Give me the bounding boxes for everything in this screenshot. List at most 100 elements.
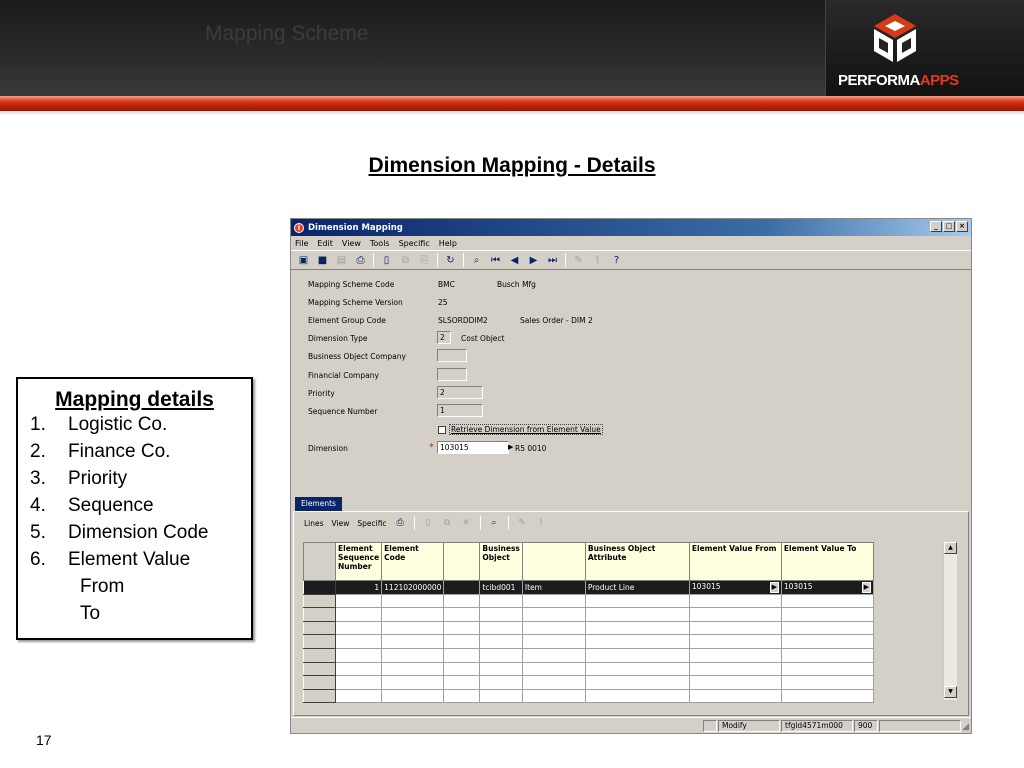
- first-record-icon[interactable]: ⏮: [489, 254, 502, 267]
- grid-cell[interactable]: [780, 647, 874, 663]
- last-record-icon[interactable]: ⏭: [546, 254, 559, 267]
- find-icon[interactable]: ⌕: [470, 254, 483, 267]
- grid-cell[interactable]: [688, 688, 782, 704]
- paste-icon[interactable]: ⎘: [418, 254, 431, 267]
- grid-cell[interactable]: [479, 675, 523, 690]
- row-selector[interactable]: [303, 688, 336, 704]
- grid-cell[interactable]: [780, 688, 874, 704]
- print-setup-icon[interactable]: ▤: [335, 254, 348, 267]
- scroll-down-icon[interactable]: ▼: [944, 686, 957, 698]
- grid-cell[interactable]: [521, 661, 586, 677]
- grid-cell[interactable]: [443, 688, 481, 704]
- grid-cell[interactable]: [780, 620, 874, 636]
- grid-cell[interactable]: [521, 634, 586, 649]
- grid-cell[interactable]: [443, 607, 481, 622]
- table-row[interactable]: [303, 593, 874, 609]
- zoom-arrow-icon[interactable]: ▶: [769, 581, 779, 593]
- menu-file[interactable]: File: [295, 239, 308, 248]
- save-and-exit-icon[interactable]: ▣: [297, 254, 310, 267]
- grid-cell[interactable]: [381, 607, 445, 622]
- column-element-sequence-number[interactable]: Element Sequence Number: [334, 542, 383, 581]
- retrieve-dimension-label[interactable]: Retrieve Dimension from Element Value: [449, 424, 603, 435]
- menu-specific-lines[interactable]: Specific: [357, 519, 386, 528]
- grid-cell[interactable]: [381, 593, 445, 609]
- cell-blank[interactable]: [443, 580, 481, 595]
- tab-elements[interactable]: Elements: [295, 497, 342, 511]
- grid-cell[interactable]: [688, 675, 782, 690]
- cell-value-from[interactable]: 103015 ▶: [688, 580, 782, 595]
- table-row[interactable]: [303, 607, 874, 622]
- grid-cell[interactable]: [780, 607, 874, 622]
- financial-company-field[interactable]: [437, 368, 467, 381]
- table-row[interactable]: [303, 675, 874, 690]
- column-business-object-desc[interactable]: [521, 542, 586, 581]
- table-row[interactable]: [303, 647, 874, 663]
- table-row[interactable]: [303, 688, 874, 704]
- row-selector[interactable]: [303, 647, 336, 663]
- grid-cell[interactable]: [334, 688, 383, 704]
- grid-cell[interactable]: [584, 634, 690, 649]
- close-button[interactable]: ×: [956, 221, 968, 232]
- retrieve-dimension-checkbox[interactable]: [438, 426, 446, 434]
- delete-line-icon[interactable]: ✕: [461, 518, 472, 529]
- print-icon[interactable]: ⎙: [395, 518, 406, 529]
- column-blank[interactable]: [443, 542, 481, 581]
- attachment-icon[interactable]: ⌇: [591, 254, 604, 267]
- refresh-icon[interactable]: ↻: [444, 254, 457, 267]
- grid-cell[interactable]: [780, 661, 874, 677]
- grid-cell[interactable]: [584, 607, 690, 622]
- grid-cell[interactable]: [584, 675, 690, 690]
- grid-cell[interactable]: [584, 661, 690, 677]
- grid-cell[interactable]: [443, 634, 481, 649]
- row-selector[interactable]: [303, 675, 336, 690]
- menu-help[interactable]: Help: [439, 239, 457, 248]
- grid-cell[interactable]: [688, 620, 782, 636]
- zoom-arrow-icon[interactable]: ▶: [861, 581, 871, 593]
- resize-grip-icon[interactable]: ◢: [962, 722, 969, 732]
- find-icon[interactable]: ⌕: [489, 518, 500, 529]
- grid-cell[interactable]: [688, 593, 782, 609]
- notes-icon[interactable]: ✎: [517, 518, 528, 529]
- grid-cell[interactable]: [443, 675, 481, 690]
- notes-icon[interactable]: ✎: [572, 254, 585, 267]
- grid-cell[interactable]: [688, 607, 782, 622]
- grid-cell[interactable]: [381, 647, 445, 663]
- row-selector[interactable]: [303, 593, 336, 609]
- grid-cell[interactable]: [443, 661, 481, 677]
- menu-edit[interactable]: Edit: [317, 239, 333, 248]
- next-record-icon[interactable]: ▶: [527, 254, 540, 267]
- dimension-field[interactable]: 103015: [437, 441, 509, 454]
- mapping-scheme-version-value[interactable]: 25: [438, 298, 448, 307]
- grid-cell[interactable]: [479, 634, 523, 649]
- grid-cell[interactable]: [521, 675, 586, 690]
- column-business-object[interactable]: Business Object: [479, 542, 523, 581]
- copy-line-icon[interactable]: ⧉: [442, 518, 453, 529]
- grid-cell[interactable]: [381, 620, 445, 636]
- menu-lines[interactable]: Lines: [304, 519, 324, 528]
- grid-cell[interactable]: [780, 675, 874, 690]
- grid-cell[interactable]: [443, 647, 481, 663]
- new-icon[interactable]: ▯: [380, 254, 393, 267]
- grid-cell[interactable]: [479, 620, 523, 636]
- column-element-value-from[interactable]: Element Value From: [688, 542, 782, 581]
- grid-cell[interactable]: [381, 661, 445, 677]
- new-line-icon[interactable]: ▯: [423, 518, 434, 529]
- menu-tools[interactable]: Tools: [370, 239, 390, 248]
- grid-cell[interactable]: [688, 647, 782, 663]
- row-selector[interactable]: [303, 580, 336, 595]
- save-icon[interactable]: ■: [316, 254, 329, 267]
- menu-specific[interactable]: Specific: [399, 239, 430, 248]
- attachment-icon[interactable]: ⌇: [536, 518, 547, 529]
- grid-cell[interactable]: [479, 688, 523, 704]
- business-object-company-field[interactable]: [437, 349, 467, 362]
- grid-cell[interactable]: [521, 688, 586, 704]
- grid-cell[interactable]: [688, 661, 782, 677]
- mapping-scheme-code-value[interactable]: BMC: [438, 280, 455, 289]
- grid-cell[interactable]: [381, 675, 445, 690]
- grid-cell[interactable]: [584, 620, 690, 636]
- row-selector[interactable]: [303, 620, 336, 636]
- grid-cell[interactable]: [521, 593, 586, 609]
- column-business-object-attribute[interactable]: Business Object Attribute: [584, 542, 690, 581]
- table-row[interactable]: [303, 661, 874, 677]
- copy-icon[interactable]: ⧉: [399, 254, 412, 267]
